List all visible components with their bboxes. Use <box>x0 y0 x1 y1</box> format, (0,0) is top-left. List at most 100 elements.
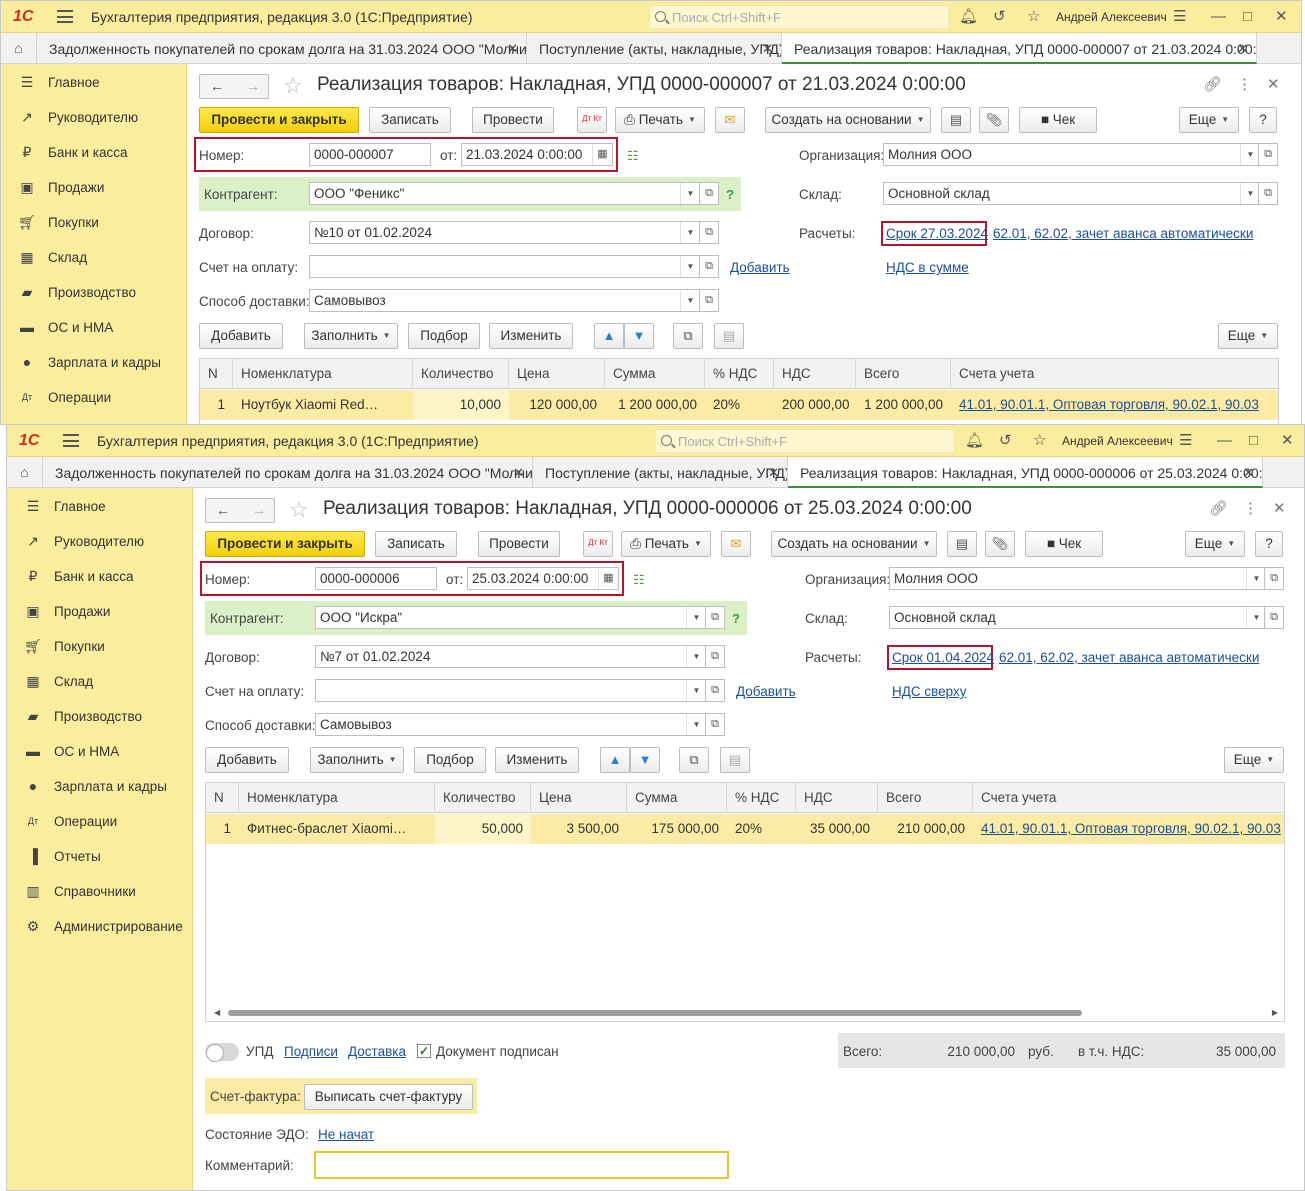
issue-invoice-button[interactable]: Выписать счет-фактуру <box>304 1084 473 1110</box>
dropdown-icon[interactable]: ▼ <box>1240 183 1260 204</box>
sidebar-item-manager[interactable]: ↗ Руководителю <box>7 523 193 558</box>
table-fill-button[interactable]: Заполнить ▼ <box>304 323 398 349</box>
maximize-icon[interactable]: □ <box>1249 432 1258 450</box>
comment-field[interactable] <box>314 1151 729 1179</box>
col-total[interactable]: Всего <box>856 359 951 389</box>
close-window-icon[interactable]: ✕ <box>1275 8 1288 26</box>
open-invoice-icon[interactable]: ⧉ <box>699 255 719 278</box>
dropdown-icon[interactable]: ▼ <box>686 646 706 667</box>
number-field[interactable]: 0000-000006 <box>315 567 437 590</box>
cell-total[interactable]: 1 200 000,00 <box>856 390 951 420</box>
paste-row-button[interactable]: ▤ <box>714 323 744 349</box>
col-price[interactable]: Цена <box>509 359 605 389</box>
sidebar-item-warehouse[interactable]: ▦ Склад <box>7 663 193 698</box>
close-tab-icon[interactable]: ✕ <box>762 41 773 57</box>
tab-receipts[interactable]: Поступление (акты, накладные, УПД) ✕ <box>533 457 788 487</box>
settings-menu-icon[interactable]: ☰ <box>1173 8 1186 26</box>
sidebar-item-production[interactable]: ▰ Производство <box>7 698 193 733</box>
dropdown-icon[interactable]: ▼ <box>686 607 706 628</box>
dropdown-icon[interactable]: ▼ <box>680 290 700 311</box>
cell-n[interactable]: 1 <box>206 814 239 844</box>
favorite-star-icon[interactable]: ☆ <box>283 73 303 99</box>
close-tab-icon[interactable]: ✕ <box>768 465 779 481</box>
main-menu-icon[interactable] <box>57 10 73 23</box>
table-add-button[interactable]: Добавить <box>205 747 289 773</box>
open-delivery-icon[interactable]: ⧉ <box>705 713 725 736</box>
invoice-for-payment-field[interactable]: ▼ <box>315 679 707 702</box>
scroll-right-icon[interactable]: ▶ <box>1272 1008 1278 1017</box>
settlement-accounts-link[interactable]: 62.01, 62.02, зачет аванса автоматически <box>993 226 1253 241</box>
open-delivery-icon[interactable]: ⧉ <box>699 289 719 312</box>
col-n[interactable]: N <box>200 359 233 389</box>
counterparty-help-icon[interactable]: ? <box>732 611 740 626</box>
cell-sum[interactable]: 1 200 000,00 <box>605 390 705 420</box>
open-warehouse-icon[interactable]: ⧉ <box>1258 182 1278 205</box>
open-organization-icon[interactable]: ⧉ <box>1258 143 1278 166</box>
table-more-button[interactable]: Еще ▼ <box>1224 747 1284 773</box>
col-vat[interactable]: НДС <box>774 359 856 389</box>
open-contract-icon[interactable]: ⧉ <box>699 221 719 244</box>
col-vat-rate[interactable]: % НДС <box>727 783 796 813</box>
signed-checkbox[interactable]: ✓ <box>417 1044 431 1058</box>
counterparty-field[interactable]: ООО "Феникс" ▼ <box>309 182 701 205</box>
favorites-star-icon[interactable]: ☆ <box>1027 8 1040 26</box>
table-change-button[interactable]: Изменить <box>489 323 573 349</box>
sidebar-item-purchases[interactable]: 🛒︎ Покупки <box>7 628 193 663</box>
counterparty-help-icon[interactable]: ? <box>726 187 734 202</box>
sidebar-item-reports[interactable]: ▐ Отчеты <box>7 838 193 873</box>
dropdown-icon[interactable]: ▼ <box>680 256 700 277</box>
contract-field[interactable]: №7 от 01.02.2024 ▼ <box>315 645 707 668</box>
history-icon[interactable]: ↺ <box>999 432 1012 450</box>
tab-receipts[interactable]: Поступление (акты, накладные, УПД) ✕ <box>527 33 782 63</box>
date-field[interactable]: 25.03.2024 0:00:00 ▦ <box>467 567 619 590</box>
sidebar-item-production[interactable]: ▰ Производство <box>1 274 187 309</box>
sidebar-item-main[interactable]: ☰ Главное <box>1 64 187 99</box>
organization-field[interactable]: Молния ООО ▼ <box>889 567 1267 590</box>
home-tab-icon[interactable]: ⌂ <box>7 457 43 487</box>
dropdown-icon[interactable]: ▼ <box>1246 607 1266 628</box>
save-button[interactable]: Записать <box>375 531 457 557</box>
favorites-star-icon[interactable]: ☆ <box>1033 432 1046 450</box>
horizontal-scrollbar[interactable] <box>228 1010 1082 1016</box>
more-button[interactable]: Еще ▼ <box>1185 531 1245 557</box>
sidebar-item-operations[interactable]: Дт Операции <box>1 379 187 414</box>
calendar-icon[interactable]: ▦ <box>598 568 618 589</box>
cell-quantity[interactable]: 10,000 <box>413 390 509 420</box>
user-name[interactable]: Андрей Алексеевич <box>1062 434 1173 448</box>
more-vertical-icon[interactable]: ⋮ <box>1243 499 1258 517</box>
open-counterparty-icon[interactable]: ⧉ <box>705 606 725 629</box>
email-button[interactable]: ✉ <box>715 107 745 133</box>
vat-mode-link[interactable]: НДС в сумме <box>886 260 969 275</box>
organization-field[interactable]: Молния ООО ▼ <box>883 143 1261 166</box>
cell-price[interactable]: 3 500,00 <box>531 814 627 844</box>
search-input[interactable]: Поиск Ctrl+Shift+F <box>655 429 955 453</box>
close-form-icon[interactable]: ✕ <box>1267 75 1280 93</box>
tab-debt-report[interactable]: Задолженность покупателей по срокам долг… <box>37 33 527 63</box>
open-warehouse-icon[interactable]: ⧉ <box>1264 606 1284 629</box>
cell-quantity[interactable]: 50,000 <box>435 814 531 844</box>
post-and-close-button[interactable]: Провести и закрыть <box>205 531 365 557</box>
dropdown-icon[interactable]: ▼ <box>686 714 706 735</box>
maximize-icon[interactable]: □ <box>1243 8 1252 26</box>
print-button[interactable]: ⎙ Печать ▼ <box>615 107 705 133</box>
attach-button[interactable]: 📎︎ <box>985 531 1015 557</box>
more-button[interactable]: Еще ▼ <box>1179 107 1239 133</box>
calendar-icon[interactable]: ▦ <box>592 144 612 165</box>
sidebar-item-catalogs[interactable]: ▥ Справочники <box>7 873 193 908</box>
table-pick-button[interactable]: Подбор <box>414 747 486 773</box>
upd-toggle[interactable] <box>205 1043 239 1062</box>
scroll-left-icon[interactable]: ◀ <box>214 1008 220 1017</box>
cell-accounts-link[interactable]: 41.01, 90.01.1, Оптовая торговля, 90.02.… <box>951 390 1279 420</box>
nav-back-forward[interactable]: ← → <box>199 74 269 99</box>
table-add-button[interactable]: Добавить <box>199 323 283 349</box>
warehouse-field[interactable]: Основной склад ▼ <box>889 606 1267 629</box>
user-name[interactable]: Андрей Алексеевич <box>1056 10 1167 24</box>
dropdown-icon[interactable]: ▼ <box>686 680 706 701</box>
cell-nomenclature[interactable]: Ноутбук Xiaomi Red… <box>233 390 413 420</box>
bell-icon[interactable]: 🔔︎ <box>965 432 984 450</box>
col-vat-rate[interactable]: % НДС <box>705 359 774 389</box>
vat-mode-link[interactable]: НДС сверху <box>892 684 967 699</box>
cell-price[interactable]: 120 000,00 <box>509 390 605 420</box>
sidebar-item-main[interactable]: ☰ Главное <box>7 488 193 523</box>
cell-sum[interactable]: 175 000,00 <box>627 814 727 844</box>
